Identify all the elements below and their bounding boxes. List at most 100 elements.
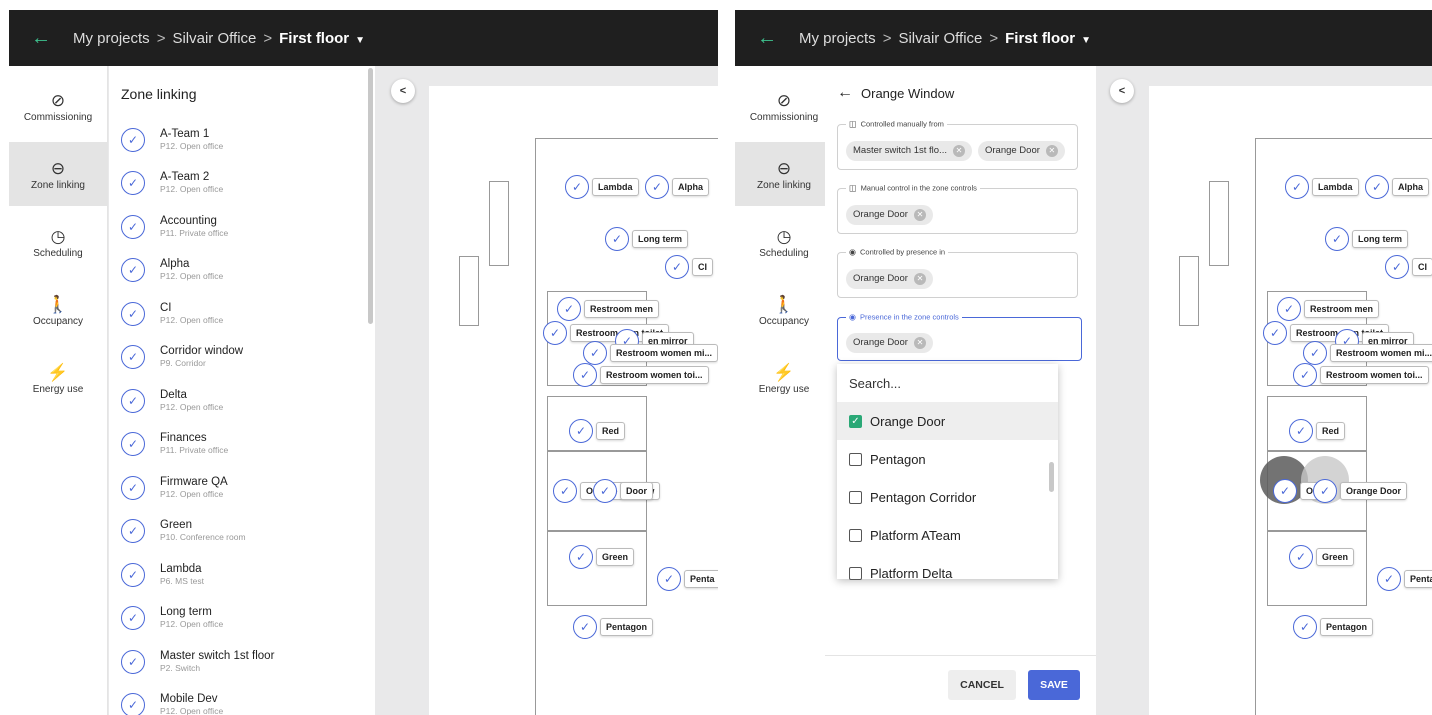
zone-map-chip[interactable]: ✓ Restroom women toi...: [1293, 362, 1429, 388]
zone-list-item[interactable]: ✓ Corridor window P9. Corridor: [109, 336, 375, 380]
dropdown-option[interactable]: Pentagon Corridor: [837, 478, 1058, 516]
rail-label: Occupancy: [758, 315, 810, 327]
zone-map-chip[interactable]: ✓ Long term: [1325, 226, 1408, 252]
floor-plan-map[interactable]: ✓ Lambda ✓ Alpha ✓ Long term ✓ CI ✓ Restroom men ✓…: [1149, 86, 1432, 715]
collapse-panel-button[interactable]: <: [1110, 79, 1134, 103]
zone-map-chip[interactable]: ✓ Pentagon: [1293, 614, 1374, 640]
cancel-button[interactable]: CANCEL: [948, 670, 1016, 700]
check-icon: ✓: [121, 171, 145, 196]
remove-icon[interactable]: ✕: [913, 272, 926, 285]
remove-icon[interactable]: ✕: [1045, 144, 1058, 157]
breadcrumb-floor[interactable]: First floor: [1005, 30, 1075, 47]
breadcrumb: My projects > Silvair Office > First floor ▼: [799, 30, 1091, 47]
dropdown-option[interactable]: Platform Delta: [837, 554, 1058, 592]
zone-list-item[interactable]: ✓ A-Team 1 P12. Open office: [109, 118, 375, 162]
controlled-manually-from-field[interactable]: ◫ Controlled manually from Master switch …: [837, 119, 1078, 170]
zone-map-chip[interactable]: ✓ Alpha: [645, 174, 710, 200]
zone-name: Green: [160, 519, 192, 532]
dropdown-option[interactable]: ✓ Orange Door: [837, 402, 1058, 440]
zone-list-item[interactable]: ✓ Mobile Dev P12. Open office: [109, 684, 375, 715]
zone-map-chip[interactable]: ✓ Alpha: [1365, 174, 1430, 200]
checkbox-icon[interactable]: [849, 452, 862, 466]
zone-list-item[interactable]: ✓ CI P12. Open office: [109, 292, 375, 336]
zone-map-chip[interactable]: ✓ Restroom men: [1277, 296, 1380, 322]
zone-name: Master switch 1st floor: [160, 649, 275, 662]
breadcrumb-project[interactable]: Silvair Office: [898, 30, 982, 47]
caret-down-icon[interactable]: ▼: [1081, 35, 1091, 46]
checkbox-icon[interactable]: [849, 528, 862, 542]
clock-icon: ◷: [776, 226, 792, 246]
zone-map-chip[interactable]: ✓ Restroom men: [557, 296, 660, 322]
zone-map-chip[interactable]: ✓ Lambda: [565, 174, 639, 200]
dropdown-search-input[interactable]: Search...: [837, 364, 1058, 402]
zone-map-chip[interactable]: ✓ Long term: [605, 226, 688, 252]
zone-list-item[interactable]: ✓ Accounting P11. Private office: [109, 205, 375, 249]
zone-name: Firmware QA: [160, 475, 228, 488]
dropdown-option[interactable]: Pentagon: [837, 440, 1058, 478]
zone-list-item[interactable]: ✓ Finances P11. Private office: [109, 423, 375, 467]
breadcrumb-projects[interactable]: My projects: [799, 30, 876, 47]
rail-item-zone-linking[interactable]: ⊖ Zone linking: [735, 142, 833, 206]
rail-item-scheduling[interactable]: ◷ Scheduling: [9, 210, 107, 274]
floor-plan-map[interactable]: ✓ Lambda ✓ Alpha ✓ Long term ✓ CI ✓ Restroom men ✓…: [429, 86, 718, 715]
checkbox-checked-icon[interactable]: ✓: [849, 414, 862, 428]
zone-map-chip[interactable]: ✓ Door: [593, 478, 653, 504]
zone-text: Firmware QA P12. Open office: [160, 476, 228, 500]
zone-list-item[interactable]: ✓ Master switch 1st floor P2. Switch: [109, 640, 375, 684]
zone-list-item[interactable]: ✓ A-Team 2 P12. Open office: [109, 162, 375, 206]
rail-item-scheduling[interactable]: ◷ Scheduling: [735, 210, 833, 274]
zone-map-chip[interactable]: ✓ CI: [665, 254, 713, 280]
zone-list-item[interactable]: ✓ Lambda P6. MS test: [109, 553, 375, 597]
zone-map-chip[interactable]: ✓ Green: [569, 544, 635, 570]
collapse-panel-button[interactable]: <: [391, 79, 415, 103]
checkbox-icon[interactable]: [849, 490, 862, 504]
rail-item-occupancy[interactable]: 🚶 Occupancy: [9, 278, 107, 342]
breadcrumb-projects[interactable]: My projects: [73, 30, 150, 47]
rail-item-commissioning[interactable]: ⊘ Commissioning: [9, 74, 107, 138]
zone-list-item[interactable]: ✓ Delta P12. Open office: [109, 379, 375, 423]
zone-list-item[interactable]: ✓ Green P10. Conference room: [109, 510, 375, 554]
zone-map-label: Penta: [684, 570, 718, 588]
rail-item-zone-linking[interactable]: ⊖ Zone linking: [9, 142, 107, 206]
zone-list-item[interactable]: ✓ Long term P12. Open office: [109, 597, 375, 641]
manual-control-field[interactable]: ◫ Manual control in the zone controls Ora…: [837, 183, 1078, 234]
caret-down-icon[interactable]: ▼: [355, 35, 365, 46]
dropdown-scrollbar[interactable]: [1049, 462, 1054, 492]
checkbox-icon[interactable]: [849, 566, 862, 580]
zone-map-chip[interactable]: ✓ Red: [569, 418, 626, 444]
zone-map-chip[interactable]: ✓Penta: [657, 566, 718, 592]
breadcrumb-project[interactable]: Silvair Office: [172, 30, 256, 47]
rail-item-energy-use[interactable]: ⚡ Energy use: [9, 346, 107, 410]
zone-subtitle: P12. Open office: [160, 706, 224, 715]
rail-item-energy-use[interactable]: ⚡ Energy use: [735, 346, 833, 410]
save-button[interactable]: SAVE: [1028, 670, 1080, 700]
back-arrow-icon[interactable]: ←: [31, 28, 51, 48]
zone-name: A-Team 2: [160, 171, 210, 184]
remove-icon[interactable]: ✕: [952, 144, 965, 157]
zone-map-chip[interactable]: ✓ Restroom women toi...: [573, 362, 709, 388]
zone-subtitle: P10. Conference room: [160, 532, 246, 543]
controlled-by-presence-field[interactable]: ◉ Controlled by presence in Orange Door ✕: [837, 247, 1078, 298]
zone-map-chip[interactable]: ✓ Lambda: [1285, 174, 1359, 200]
remove-icon[interactable]: ✕: [913, 208, 926, 221]
back-arrow-icon[interactable]: ←: [837, 84, 853, 102]
back-arrow-icon[interactable]: ←: [757, 28, 777, 48]
zone-map-chip[interactable]: ✓ Green: [1289, 544, 1355, 570]
zone-text: Delta P12. Open office: [160, 389, 223, 413]
zone-map-chip[interactable]: ✓ Pentagon: [573, 614, 654, 640]
check-icon: ✓: [593, 479, 617, 503]
breadcrumb-floor[interactable]: First floor: [279, 30, 349, 47]
breadcrumb: My projects > Silvair Office > First floor ▼: [73, 30, 365, 47]
zone-list-item[interactable]: ✓ Firmware QA P12. Open office: [109, 466, 375, 510]
remove-icon[interactable]: ✕: [913, 336, 926, 349]
zone-map-chip[interactable]: ✓ Red: [1289, 418, 1346, 444]
dropdown-option[interactable]: Platform ATeam: [837, 516, 1058, 554]
zone-map-chip[interactable]: ✓Penta: [1377, 566, 1432, 592]
rail-item-occupancy[interactable]: 🚶 Occupancy: [735, 278, 833, 342]
zone-map-chip[interactable]: ✓ Orange Door: [1313, 478, 1408, 504]
zone-list-item[interactable]: ✓ Alpha P12. Open office: [109, 249, 375, 293]
presence-controls-field[interactable]: ◉ Presence in the zone controls Orange Do…: [837, 312, 1082, 361]
rail-item-commissioning[interactable]: ⊘ Commissioning: [735, 74, 833, 138]
zone-map-chip[interactable]: ✓ CI: [1385, 254, 1432, 280]
scrollbar[interactable]: [368, 68, 373, 324]
